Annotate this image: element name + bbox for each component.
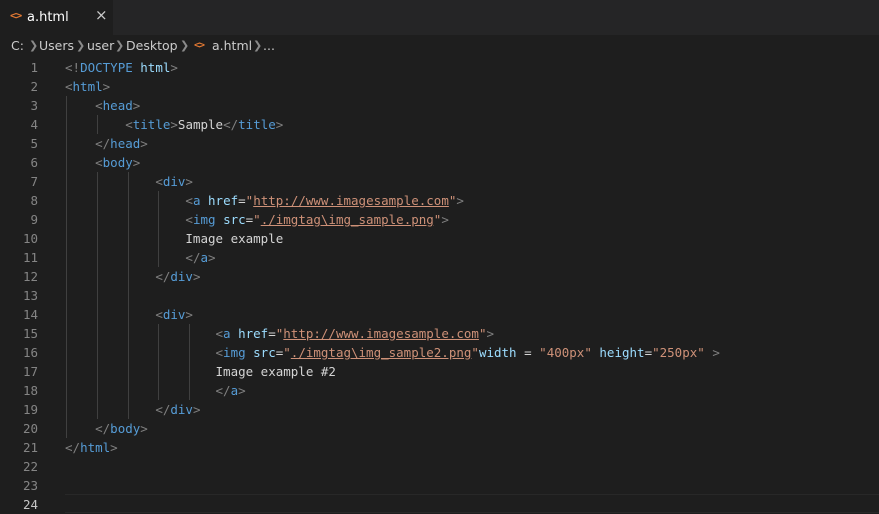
code-line[interactable]: </div> [65,267,200,286]
tab-label: a.html [27,10,69,25]
breadcrumb-item-drive[interactable]: C: [11,38,24,53]
line-number: 9 [30,212,38,227]
code-line[interactable]: </head> [65,134,148,153]
line-number: 15 [22,326,38,341]
line-number: 1 [30,60,38,75]
code-line[interactable]: </div> [65,400,200,419]
code-line[interactable]: </body> [65,419,148,438]
line-number: 24 [22,497,38,512]
code-line[interactable]: <html> [65,77,110,96]
code-editor[interactable]: 1 2 3 4 5 6 7 8 9 10 11 12 13 14 15 16 17 18 19 20 21 22 23 24 … [0,57,879,513]
code-line[interactable]: <title>Sample</title> [65,115,283,134]
line-number: 4 [30,117,38,132]
line-number: 17 [22,364,38,379]
breadcrumb-item-file[interactable]: a.html [212,38,252,53]
line-number: 14 [22,307,38,322]
chevron-right-icon: ❯ [253,39,263,52]
tab-a-html[interactable]: <> a.html × [0,0,113,35]
code-line[interactable]: <img src="./imgtag\img_sample2.png"width… [65,343,720,362]
line-number: 23 [22,478,38,493]
code-line[interactable]: <body> [65,153,140,172]
line-number: 2 [30,79,38,94]
close-icon[interactable]: × [95,8,108,23]
tab-bar: <> a.html × [0,0,879,35]
code-line[interactable]: Image example #2 [65,362,336,381]
line-number: 19 [22,402,38,417]
html-file-icon: <> [10,9,22,22]
line-number: 21 [22,440,38,455]
code-line[interactable]: <!DOCTYPE html> [65,58,178,77]
chevron-right-icon: ❯ [115,39,125,52]
breadcrumb-item-more[interactable]: ... [263,38,275,53]
line-number: 3 [30,98,38,113]
line-number: 16 [22,345,38,360]
chevron-right-icon: ❯ [76,39,86,52]
code-line[interactable]: <a href="http://www.imagesample.com"> [65,191,464,210]
code-line[interactable]: <head> [65,96,140,115]
line-number: 6 [30,155,38,170]
current-line-highlight [65,494,879,513]
code-line[interactable]: Image example [65,229,283,248]
code-line[interactable]: </html> [65,438,118,457]
line-number: 10 [22,231,38,246]
chevron-right-icon: ❯ [180,39,190,52]
line-number: 13 [22,288,38,303]
breadcrumb-item-users[interactable]: Users [39,38,74,53]
code-line[interactable]: <div> [65,172,193,191]
code-line[interactable]: </a> [65,248,215,267]
line-number: 7 [30,174,38,189]
html-file-icon: <> [194,40,205,51]
chevron-right-icon: ❯ [29,39,39,52]
breadcrumb-item-desktop[interactable]: Desktop [126,38,178,53]
line-number: 11 [22,250,38,265]
breadcrumb-item-user[interactable]: user [87,38,114,53]
line-number: 20 [22,421,38,436]
line-number: 18 [22,383,38,398]
line-number: 8 [30,193,38,208]
code-line[interactable]: <div> [65,305,193,324]
code-line[interactable]: <a href="http://www.imagesample.com"> [65,324,495,343]
line-number: 12 [22,269,38,284]
line-number: 22 [22,459,38,474]
line-number: 5 [30,136,38,151]
code-line[interactable]: <img src="./imgtag\img_sample.png"> [65,210,448,229]
breadcrumb: C: ❯ Users ❯ user ❯ Desktop ❯ <> a.html … [0,35,879,57]
code-line[interactable]: </a> [65,381,246,400]
